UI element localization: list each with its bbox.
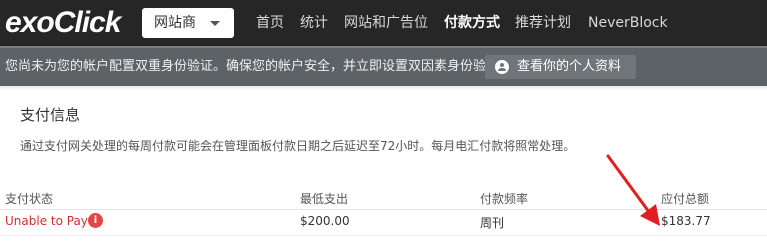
nav-payments[interactable]: 付款方式 (444, 0, 500, 46)
payment-status-cell: Unable to Pay (5, 214, 88, 228)
site-selector-label: 网站商 (154, 15, 196, 31)
info-circle-icon[interactable]: i (88, 213, 103, 228)
site-selector-dropdown[interactable]: 网站商 (142, 8, 234, 38)
nav-sites-and-zones[interactable]: 网站和广告位 (344, 0, 428, 46)
col-header-frequency: 付款频率 (480, 192, 529, 206)
nav-referral-program[interactable]: 推荐计划 (515, 0, 571, 46)
table-row-divider (0, 235, 767, 236)
frequency-cell: 周刊 (480, 216, 505, 230)
nav-home[interactable]: 首页 (256, 0, 284, 46)
col-header-minimum: 最低支出 (300, 192, 349, 206)
two-factor-alert-bar: 您尚未为您的帐户配置双重身份验证。确保您的帐户安全，并立即设置双因素身份验证。 … (0, 46, 767, 86)
alert-message: 您尚未为您的帐户配置双重身份验证。确保您的帐户安全，并立即设置双因素身份验证。 (5, 59, 513, 74)
nav-statistics[interactable]: 统计 (300, 0, 328, 46)
section-description: 通过支付网关处理的每周付款可能会在管理面板付款日期之后延迟至72小时。每月电汇付… (20, 139, 576, 153)
user-circle-icon (495, 60, 509, 74)
section-title: 支付信息 (20, 106, 81, 124)
top-navbar: exoClick 网站商 首页 统计 网站和广告位 付款方式 推荐计划 Neve… (0, 0, 767, 46)
logo-text: exoClick (5, 6, 121, 39)
exoclick-logo[interactable]: exoClick (5, 5, 121, 41)
view-profile-button[interactable]: 查看你的个人资料 (485, 55, 636, 79)
divider (0, 86, 767, 90)
col-header-status: 支付状态 (5, 192, 54, 206)
view-profile-label: 查看你的个人资料 (517, 59, 622, 74)
minimum-payout-cell: $200.00 (300, 214, 350, 228)
red-arrow-icon (606, 154, 660, 226)
caret-down-icon (210, 21, 220, 26)
nav-neverblock[interactable]: NeverBlock (588, 0, 668, 46)
